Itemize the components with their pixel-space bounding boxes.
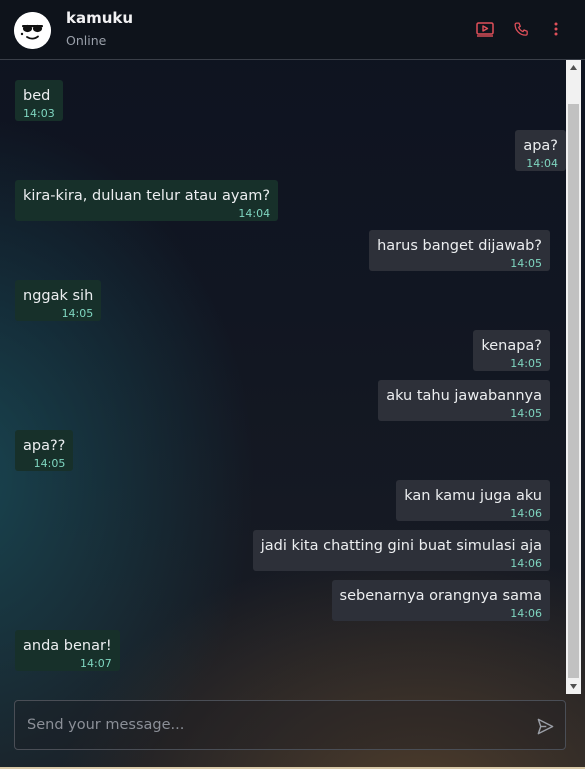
message-time: 14:04 [238, 207, 271, 220]
triangle-down-icon [570, 684, 577, 689]
message-outgoing: aku tahu jawabannya 14:05 [378, 380, 550, 421]
avatar[interactable] [14, 12, 51, 49]
phone-icon [513, 21, 528, 36]
triangle-up-icon [570, 65, 577, 70]
message-input[interactable] [27, 701, 517, 749]
message-text: bed [23, 88, 51, 104]
cool-face-icon [14, 12, 51, 49]
message-time: 14:05 [510, 407, 542, 420]
message-list[interactable]: bed 14:03 apa? 14:04 kira-kira, duluan t… [0, 60, 566, 694]
contact-status: Online [66, 33, 107, 48]
message-incoming: bed 14:03 [15, 80, 63, 121]
message-text: aku tahu jawabannya [386, 388, 542, 404]
send-icon [537, 718, 553, 734]
message-time: 14:05 [33, 457, 66, 470]
video-icon [476, 22, 494, 37]
message-composer [14, 700, 566, 750]
scroll-thumb[interactable] [568, 104, 579, 678]
message-incoming: anda benar! 14:07 [15, 630, 120, 671]
message-scrollbar[interactable] [566, 60, 581, 694]
message-outgoing: jadi kita chatting gini buat simulasi aj… [252, 530, 550, 571]
message-text: jadi kita chatting gini buat simulasi aj… [260, 538, 542, 554]
message-time: 14:05 [61, 307, 94, 320]
vertical-dots-icon [554, 22, 558, 36]
message-outgoing: harus banget dijawab? 14:05 [369, 230, 550, 271]
message-text: anda benar! [23, 638, 112, 654]
message-incoming: nggak sih 14:05 [15, 280, 102, 321]
message-outgoing: sebenarnya orangnya sama 14:06 [331, 580, 550, 621]
message-time: 14:06 [510, 607, 542, 620]
message-text: harus banget dijawab? [377, 238, 542, 254]
message-outgoing: kenapa? 14:05 [473, 330, 550, 371]
message-time: 14:03 [23, 107, 55, 120]
message-time: 14:06 [510, 557, 542, 570]
video-call-button[interactable] [474, 18, 496, 40]
message-time: 14:06 [510, 507, 542, 520]
scroll-up-button[interactable] [566, 60, 581, 75]
message-time: 14:07 [80, 657, 112, 670]
message-text: kenapa? [481, 338, 542, 354]
contact-name: kamuku [66, 9, 134, 27]
message-text: kira-kira, duluan telur atau ayam? [23, 188, 271, 204]
message-text: apa?? [23, 438, 66, 454]
message-time: 14:04 [526, 157, 558, 170]
more-options-button[interactable] [545, 18, 567, 40]
message-time: 14:05 [510, 257, 542, 270]
message-incoming: apa?? 14:05 [15, 430, 74, 471]
message-text: apa? [523, 138, 558, 154]
message-text: nggak sih [23, 288, 94, 304]
chat-window: kamuku Online bed 14:03 apa? 14:04 kira-… [0, 0, 585, 769]
message-text: sebenarnya orangnya sama [339, 588, 542, 604]
message-incoming: kira-kira, duluan telur atau ayam? 14:04 [15, 180, 279, 221]
send-button[interactable] [534, 715, 556, 737]
message-text: kan kamu juga aku [404, 488, 542, 504]
message-outgoing: apa? 14:04 [515, 130, 566, 171]
voice-call-button[interactable] [510, 18, 532, 40]
scroll-down-button[interactable] [566, 679, 581, 694]
chat-header: kamuku Online [0, 0, 585, 60]
message-time: 14:05 [510, 357, 542, 370]
message-outgoing: kan kamu juga aku 14:06 [396, 480, 550, 521]
